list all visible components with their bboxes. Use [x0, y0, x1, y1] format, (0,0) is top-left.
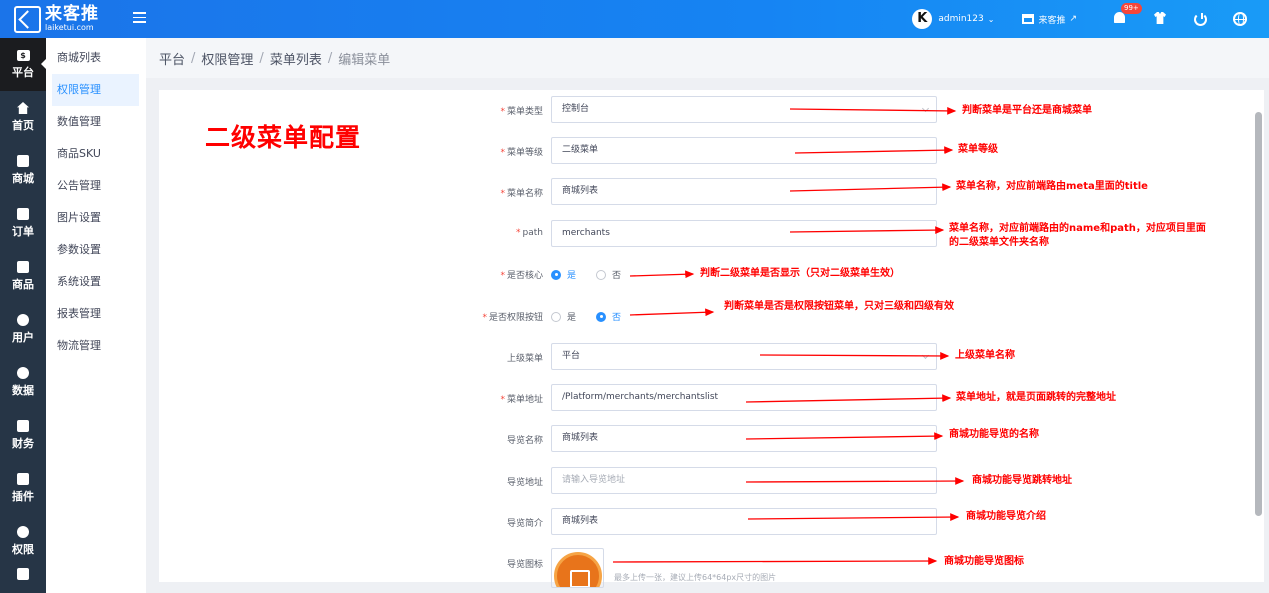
arrow-menu-url: [745, 394, 952, 403]
note-menu-name: 菜单名称，对应前端路由meta里面的title: [956, 181, 1148, 192]
arrow-guide-intro: [747, 513, 960, 521]
note-is-permission-button: 判断菜单是否是权限按钮菜单，只对三级和四级有效: [724, 301, 954, 312]
note-guide-url: 商城功能导览跳转地址: [972, 475, 1072, 486]
arrow-path: [789, 226, 945, 235]
note-guide-intro: 商城功能导览介绍: [966, 511, 1046, 522]
note-parent-menu: 上级菜单名称: [955, 350, 1015, 361]
annotation-arrows: [612, 107, 965, 565]
arrow-menu-type: [789, 107, 957, 115]
note-menu-url: 菜单地址，就是页面跳转的完整地址: [956, 392, 1116, 403]
arrow-menu-name: [789, 183, 952, 192]
note-path-line2: 的二级菜单文件夹名称: [949, 237, 1049, 248]
arrow-is-core: [629, 270, 695, 279]
note-guide-name: 商城功能导览的名称: [949, 429, 1039, 440]
note-guide-icon: 商城功能导览图标: [944, 556, 1024, 567]
note-is-core: 判断二级菜单是否显示（只对二级菜单生效）: [700, 268, 900, 279]
arrow-is-permission-button: [629, 308, 715, 317]
arrow-parent-menu: [759, 352, 950, 360]
note-menu-level: 菜单等级: [958, 144, 998, 155]
note-menu-type: 判断菜单是平台还是商城菜单: [962, 105, 1092, 116]
arrow-menu-level: [794, 146, 954, 155]
arrow-guide-name: [745, 432, 944, 441]
arrow-guide-icon: [612, 557, 938, 565]
arrow-guide-url: [745, 477, 965, 485]
note-path-line1: 菜单名称，对应前端路由的name和path，对应项目里面: [949, 223, 1206, 234]
